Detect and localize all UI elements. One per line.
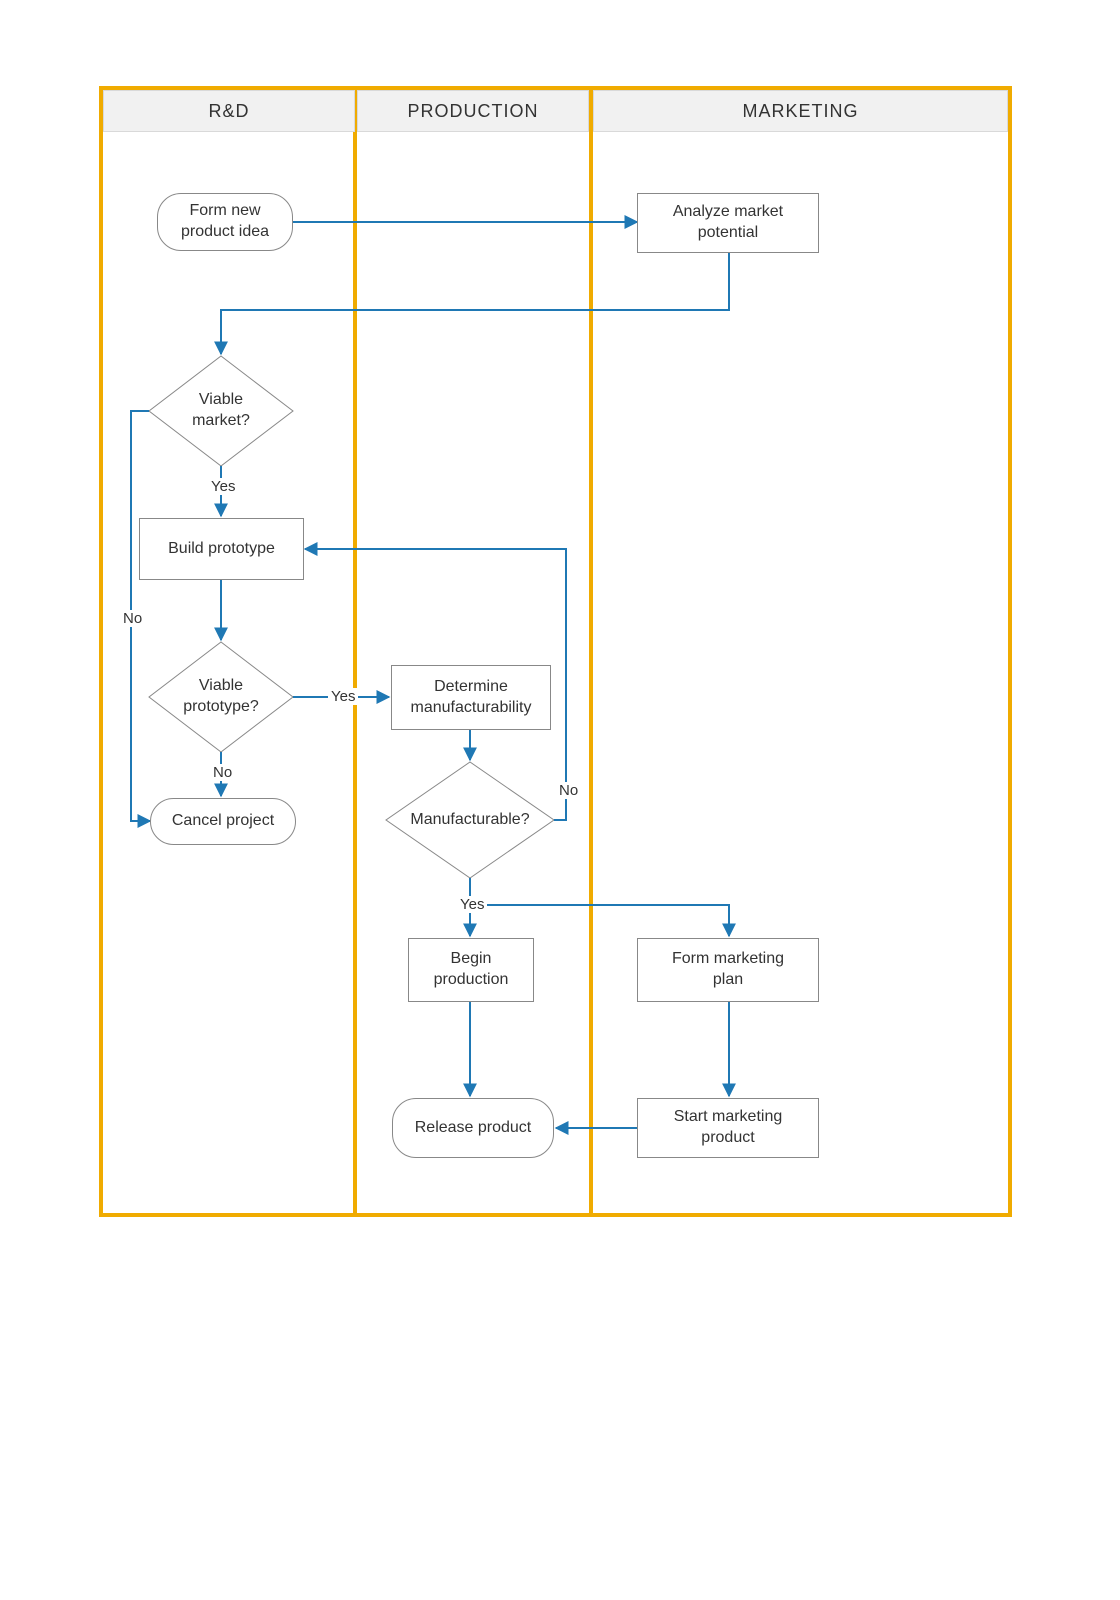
node-form-new-product-idea: Form newproduct idea	[157, 193, 293, 251]
lane-header-rd: R&D	[103, 90, 355, 132]
edge-label-viable-prototype-yes: Yes	[328, 688, 358, 705]
edge-label-manufacturable-no: No	[556, 782, 581, 799]
node-analyze-market-potential: Analyze marketpotential	[637, 193, 819, 253]
node-form-marketing-plan: Form marketingplan	[637, 938, 819, 1002]
node-build-prototype: Build prototype	[139, 518, 304, 580]
node-begin-production: Beginproduction	[408, 938, 534, 1002]
node-determine-manufacturability: Determinemanufacturability	[391, 665, 551, 730]
lane-header-production: PRODUCTION	[357, 90, 589, 132]
node-start-marketing-product: Start marketingproduct	[637, 1098, 819, 1158]
edge-label-viable-market-no: No	[120, 610, 145, 627]
lane-header-marketing: MARKETING	[593, 90, 1008, 132]
edge-label-viable-market-yes: Yes	[208, 478, 238, 495]
edge-label-viable-prototype-no: No	[210, 764, 235, 781]
flowchart-canvas: R&D PRODUCTION MARKETING Form newproduct…	[0, 0, 1120, 1600]
node-release-product: Release product	[392, 1098, 554, 1158]
node-cancel-project: Cancel project	[150, 798, 296, 845]
edge-label-manufacturable-yes: Yes	[457, 896, 487, 913]
